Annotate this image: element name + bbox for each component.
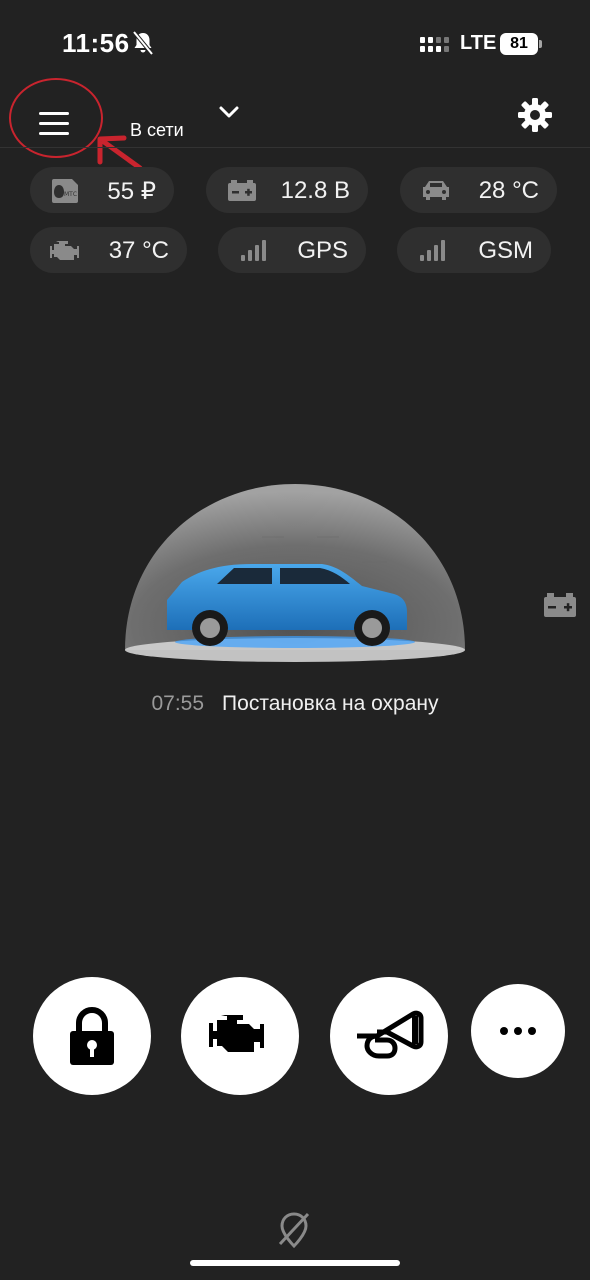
ellipsis-icon bbox=[500, 1027, 536, 1035]
event-text: Постановка на охрану bbox=[222, 692, 439, 715]
location-off-icon[interactable] bbox=[276, 1210, 312, 1248]
balance-chip[interactable]: МТС 55 ₽ bbox=[30, 167, 174, 213]
gps-label: GPS bbox=[297, 237, 348, 264]
engine-icon bbox=[50, 241, 79, 260]
event-time: 07:55 bbox=[151, 692, 205, 715]
battery-tip bbox=[539, 40, 542, 48]
cabin-temp-chip[interactable]: 28 °C bbox=[400, 167, 557, 213]
battery-level: 81 bbox=[500, 33, 538, 55]
gps-chip[interactable]: GPS bbox=[218, 227, 366, 273]
bell-off-icon bbox=[132, 31, 154, 55]
horn-button[interactable] bbox=[330, 977, 448, 1095]
engine-icon bbox=[209, 1015, 264, 1052]
horn-icon bbox=[357, 1010, 424, 1059]
network-type: LTE bbox=[460, 32, 497, 54]
car-battery-icon bbox=[228, 180, 256, 201]
status-bar: 11:56 LTE 81 bbox=[0, 0, 590, 90]
balance-value: 55 ₽ bbox=[107, 178, 156, 205]
more-button[interactable] bbox=[471, 984, 565, 1078]
app-header: В сети bbox=[0, 90, 590, 148]
battery-voltage-value: 12.8 В bbox=[280, 177, 350, 204]
cabin-temp-value: 28 °C bbox=[478, 177, 539, 204]
home-indicator[interactable] bbox=[190, 1260, 400, 1266]
engine-temp-chip[interactable]: 37 °C bbox=[30, 227, 187, 273]
hamburger-menu-icon bbox=[39, 112, 69, 115]
menu-button[interactable] bbox=[24, 100, 84, 144]
chevron-down-icon[interactable] bbox=[216, 102, 242, 122]
gear-icon[interactable] bbox=[516, 96, 554, 134]
battery-indicator: 81 bbox=[500, 33, 542, 55]
padlock-icon bbox=[70, 1007, 114, 1065]
connection-status: В сети bbox=[130, 120, 184, 140]
signal-bars-icon bbox=[241, 240, 266, 261]
sim-operator-icon: МТС bbox=[52, 179, 78, 203]
status-time: 11:56 bbox=[62, 28, 130, 58]
engine-start-button[interactable] bbox=[181, 977, 299, 1095]
car-battery-icon bbox=[544, 593, 576, 617]
gsm-chip[interactable]: GSM bbox=[397, 227, 551, 273]
cellular-signal-icon bbox=[420, 37, 449, 52]
last-event: 07:55 Постановка на охрану bbox=[0, 692, 590, 716]
operator-badge: МТС bbox=[64, 191, 77, 198]
engine-temp-value: 37 °C bbox=[108, 237, 169, 264]
gsm-label: GSM bbox=[478, 237, 533, 264]
lock-button[interactable] bbox=[33, 977, 151, 1095]
car-security-dome[interactable] bbox=[122, 482, 468, 672]
voltage-chip[interactable]: 12.8 В bbox=[206, 167, 368, 213]
car-interior-icon bbox=[423, 181, 449, 200]
signal-bars-icon bbox=[420, 240, 445, 261]
